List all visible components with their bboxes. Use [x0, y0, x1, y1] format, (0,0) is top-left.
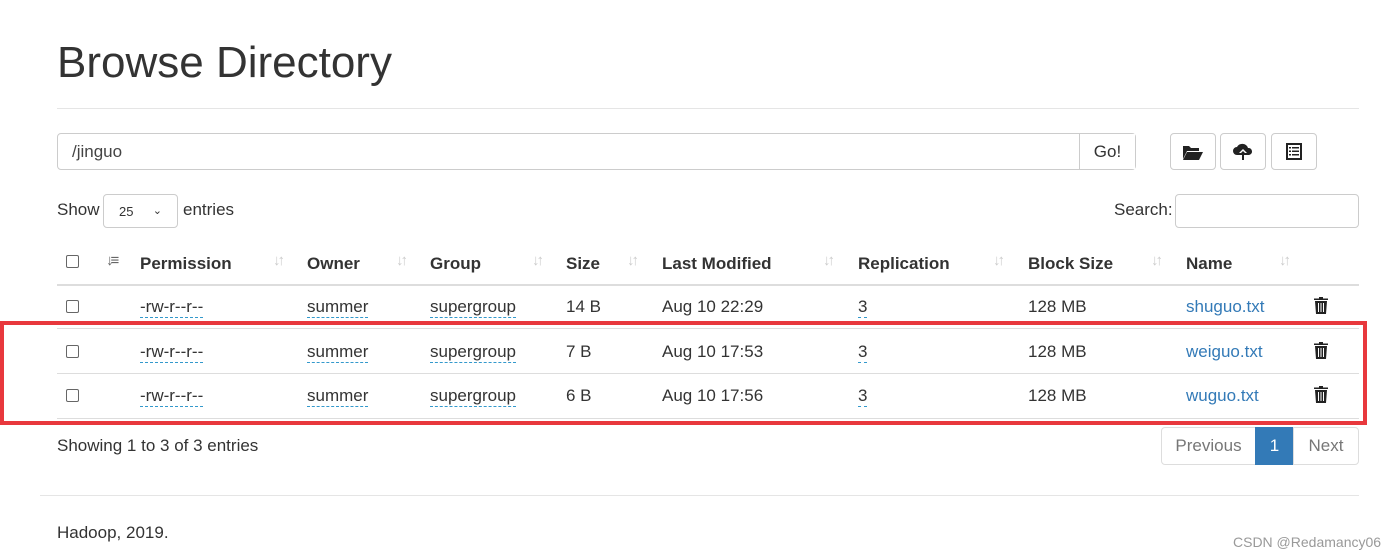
- path-input[interactable]: [58, 134, 1079, 169]
- column-owner[interactable]: Owner: [307, 254, 360, 274]
- previous-button[interactable]: Previous: [1161, 427, 1256, 465]
- sort-icon[interactable]: ↓↑: [1151, 252, 1163, 269]
- sort-icon[interactable]: ↓↑: [823, 252, 835, 269]
- owner-cell[interactable]: summer: [307, 297, 369, 318]
- page-1-button[interactable]: 1: [1255, 427, 1294, 465]
- cloud-upload-icon: [1233, 143, 1253, 160]
- column-block-size[interactable]: Block Size: [1028, 254, 1113, 274]
- entries-label: entries: [183, 200, 235, 219]
- search-input[interactable]: [1175, 194, 1359, 228]
- sort-icon[interactable]: ↓↑: [627, 252, 639, 269]
- sort-icon[interactable]: ↓↑: [532, 252, 544, 269]
- column-last-modified[interactable]: Last Modified: [662, 254, 772, 274]
- highlight-box: [0, 321, 1367, 425]
- path-bar: Go!: [57, 133, 1136, 170]
- column-size[interactable]: Size: [566, 254, 600, 274]
- next-button[interactable]: Next: [1293, 427, 1359, 465]
- cut-paste-button[interactable]: [1271, 133, 1317, 170]
- upload-button[interactable]: [1220, 133, 1266, 170]
- trash-icon[interactable]: [1314, 297, 1328, 314]
- show-label: Show: [57, 200, 100, 219]
- footer-divider: [40, 495, 1359, 496]
- header-divider: [57, 284, 1359, 286]
- column-permission[interactable]: Permission: [140, 254, 232, 274]
- entries-select[interactable]: 25 ⌄: [103, 194, 178, 228]
- modified-cell: Aug 10 22:29: [662, 297, 764, 316]
- column-group[interactable]: Group: [430, 254, 481, 274]
- permission-cell[interactable]: -rw-r--r--: [140, 297, 204, 318]
- page-title: Browse Directory: [57, 38, 392, 87]
- select-all-checkbox[interactable]: [66, 255, 79, 268]
- group-cell[interactable]: supergroup: [430, 297, 517, 318]
- search-label: Search:: [1114, 200, 1173, 219]
- list-alt-icon: [1286, 143, 1302, 160]
- sort-icon[interactable]: ↓↑: [993, 252, 1005, 269]
- table-info: Showing 1 to 3 of 3 entries: [57, 436, 259, 455]
- chevron-down-icon: ⌄: [152, 205, 162, 217]
- folder-open-icon: [1183, 145, 1203, 160]
- size-cell: 14 B: [566, 297, 601, 316]
- sort-asc-icon[interactable]: ↓≡: [106, 252, 119, 269]
- file-name-link[interactable]: shuguo.txt: [1186, 297, 1264, 317]
- go-button[interactable]: Go!: [1079, 134, 1135, 169]
- sort-icon[interactable]: ↓↑: [396, 252, 408, 269]
- column-replication[interactable]: Replication: [858, 254, 950, 274]
- sort-icon[interactable]: ↓↑: [273, 252, 285, 269]
- entries-value: 25: [119, 204, 134, 219]
- watermark: CSDN @Redamancy06: [1233, 534, 1382, 550]
- footer-text: Hadoop, 2019.: [57, 523, 169, 542]
- replication-cell[interactable]: 3: [858, 297, 868, 318]
- block-size-cell: 128 MB: [1028, 297, 1087, 316]
- column-name[interactable]: Name: [1186, 254, 1232, 274]
- divider: [57, 108, 1359, 109]
- create-directory-button[interactable]: [1170, 133, 1216, 170]
- row-checkbox[interactable]: [66, 300, 79, 313]
- sort-icon[interactable]: ↓↑: [1279, 252, 1291, 269]
